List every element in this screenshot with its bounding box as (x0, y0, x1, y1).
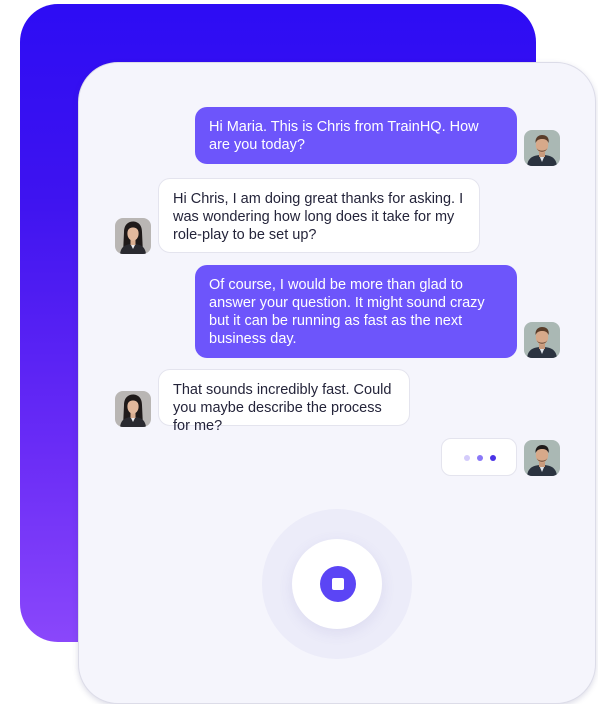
man-portrait-icon (524, 130, 560, 166)
message-bubble-outgoing: Of course, I would be more than glad to … (195, 265, 517, 358)
avatar-chris (524, 322, 560, 358)
stop-button[interactable] (320, 566, 356, 602)
message-bubble-incoming: That sounds incredibly fast. Could you m… (158, 369, 410, 434)
message-text: Hi Chris, I am doing great thanks for as… (173, 191, 464, 243)
stop-icon (332, 578, 344, 590)
typing-indicator (441, 438, 517, 476)
avatar-maria (115, 391, 151, 427)
avatar-chris (524, 440, 560, 476)
typing-dot (464, 455, 470, 461)
woman-portrait-icon (115, 218, 151, 254)
message-text: Of course, I would be more than glad to … (209, 277, 485, 347)
woman-portrait-icon (115, 391, 151, 427)
typing-dot (477, 455, 483, 461)
man-portrait-icon (524, 440, 560, 476)
message-bubble-outgoing: Hi Maria. This is Chris from TrainHQ. Ho… (195, 107, 517, 164)
typing-dot (490, 455, 496, 461)
avatar-chris (524, 130, 560, 166)
man-portrait-icon (524, 322, 560, 358)
message-text: Hi Maria. This is Chris from TrainHQ. Ho… (209, 119, 479, 153)
avatar-maria (115, 218, 151, 254)
message-bubble-incoming: Hi Chris, I am doing great thanks for as… (158, 178, 480, 253)
